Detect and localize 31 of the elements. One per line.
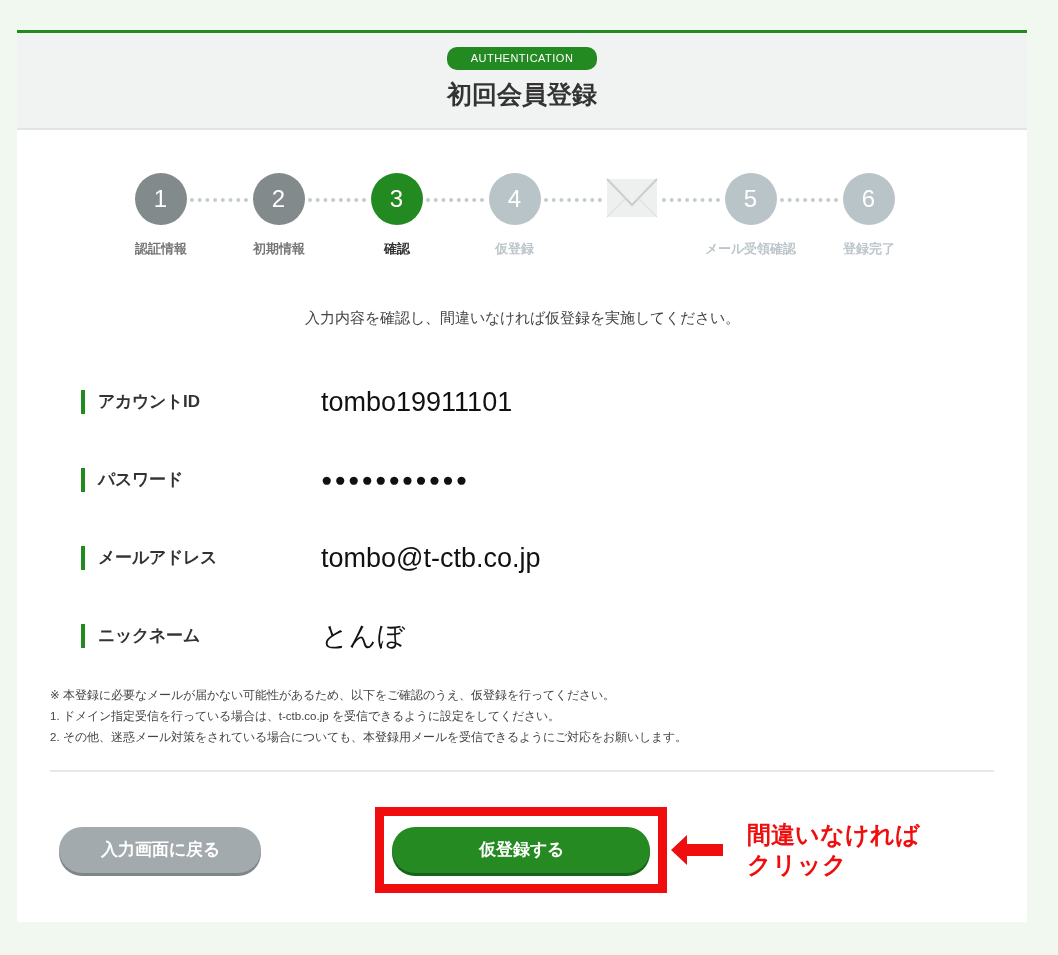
step-label: 登録完了 [842, 240, 895, 258]
note-text: 2. その他、迷惑メール対策をされている場合についても、本登録用メールを受信できるようにご対応をお願いします。 [50, 730, 688, 745]
step-circle: 5 [724, 173, 777, 225]
step-circle: 2 [252, 173, 305, 225]
field-value: tombo@t-ctb.co.jp [321, 541, 541, 575]
step-label: 確認 [383, 240, 410, 258]
password-value: ●●●●●●●●●●● [321, 467, 470, 492]
page-title: 初回会員登録 [447, 78, 597, 110]
submit-button[interactable]: 仮登録する [392, 827, 650, 873]
back-button[interactable]: 入力画面に戻る [59, 827, 261, 873]
step-label: 仮登録 [495, 240, 534, 258]
annotation-text: クリック [747, 850, 848, 880]
annotation-text: 間違いなければ [747, 820, 920, 850]
arrow-icon [671, 835, 723, 865]
step-circle: 6 [842, 173, 895, 225]
field-label: メールアドレス [81, 546, 321, 570]
instruction-text: 入力内容を確認し、間違いなければ仮登録を実施してください。 [303, 307, 741, 328]
step-circle: 1 [134, 173, 187, 225]
field-value: tombo19911101 [321, 385, 513, 419]
step-label: 認証情報 [134, 240, 187, 258]
step-circle: 3 [370, 173, 423, 225]
note-text: 1. ドメイン指定受信を行っている場合は、t-ctb.co.jp を受信できるように設定をしてください。 [50, 709, 561, 724]
field-label: アカウントID [81, 390, 321, 414]
field-label: ニックネーム [81, 624, 321, 648]
note-text: ※ 本登録に必要なメールが届かない可能性があるため、以下をご確認のうえ、仮登録を行ってください。 [50, 688, 616, 704]
step-label: メール受領確認 [705, 240, 796, 258]
field-label: パスワード [81, 468, 321, 492]
field-value: とんぼ [321, 619, 405, 653]
category-badge: AUTHENTICATION [446, 47, 598, 70]
step-label: 初期情報 [252, 240, 305, 258]
step-circle: 4 [488, 173, 541, 225]
